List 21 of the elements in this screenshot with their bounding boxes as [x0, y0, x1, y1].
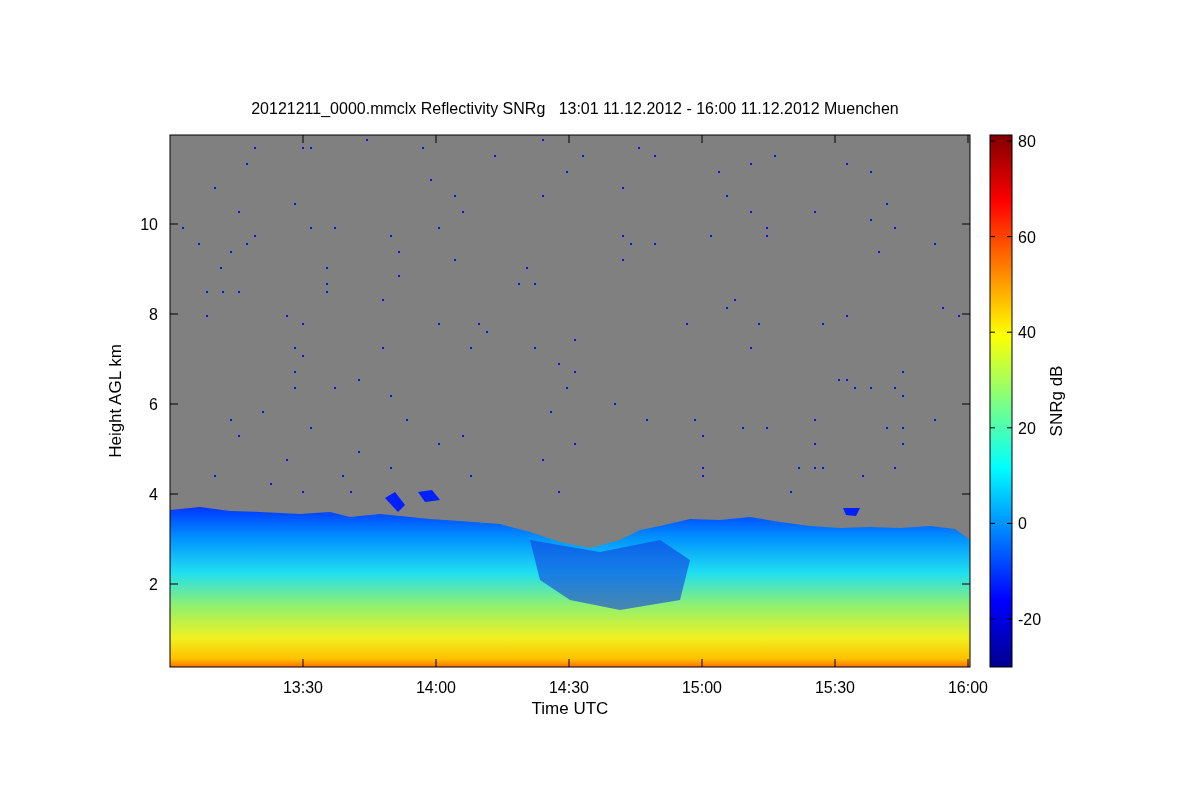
y-tick-label: 4: [149, 486, 158, 503]
y-tick-label: 8: [149, 306, 158, 323]
colorbar-tick-label: 40: [1018, 324, 1036, 342]
colorbar-tick-label: 20: [1018, 419, 1036, 437]
y-tick-label: 6: [149, 396, 158, 413]
colorbar-tick-label: 80: [1018, 133, 1036, 150]
x-tick-label: 16:00: [948, 679, 988, 696]
x-tick-label: 14:30: [549, 679, 589, 696]
x-tick-label: 13:30: [283, 679, 323, 696]
colorbar-label: SNRg dB: [1047, 365, 1066, 437]
y-axis-label: Height AGL km: [106, 344, 125, 458]
plot-title: 20121211_0000.mmclx Reflectivity SNRg 13:01 11.12.2012 - 16:00 11.12.2012 Muenchen: [251, 100, 899, 117]
colorbar-tick-label: 0: [1018, 515, 1027, 533]
x-axis-label: Time UTC: [531, 699, 609, 718]
colorbar-tick-label: 60: [1018, 228, 1036, 246]
y-tick-label: 2: [149, 576, 158, 593]
x-tick-label: 14:00: [416, 679, 456, 696]
x-tick-label: 15:00: [682, 679, 722, 696]
colorbar-tick-label: -20: [1018, 611, 1042, 628]
x-tick-label: 15:30: [815, 679, 855, 696]
y-tick-label: 10: [140, 216, 158, 233]
